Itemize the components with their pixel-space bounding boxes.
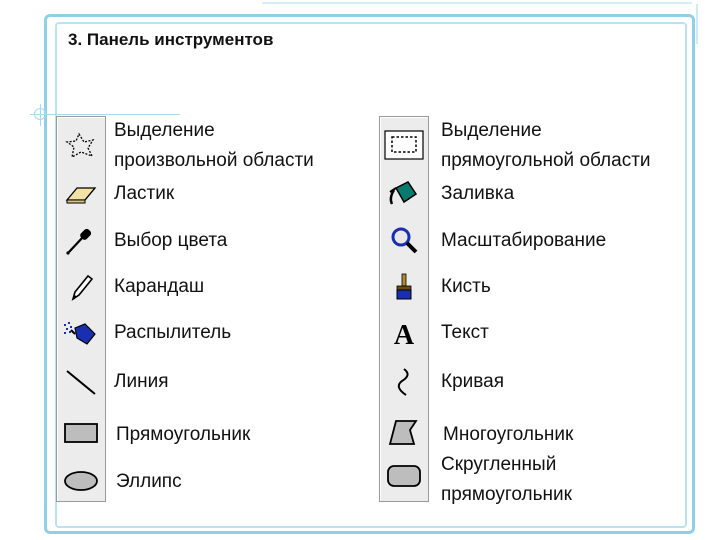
- brush-icon[interactable]: [384, 272, 424, 302]
- line-icon[interactable]: [61, 367, 101, 397]
- tool-label: Карандаш: [114, 276, 205, 297]
- tool-label: Многоугольник: [443, 424, 574, 445]
- magnifier-icon[interactable]: [384, 225, 424, 255]
- tool-label: Линия: [114, 371, 169, 392]
- tool-label: Текст: [441, 322, 489, 343]
- eyedropper-icon[interactable]: [61, 225, 101, 255]
- decorative-right-line: [696, 4, 698, 44]
- rectangle-icon[interactable]: [61, 418, 101, 448]
- tool-label: Кисть: [441, 276, 491, 297]
- svg-text:A: A: [394, 320, 415, 348]
- polygon-icon[interactable]: [384, 418, 424, 448]
- rounded-rect-icon[interactable]: [384, 461, 424, 491]
- tool-label: Эллипс: [116, 471, 182, 492]
- decorative-crosshair-circle: [34, 108, 46, 120]
- tool-label: Скругленный прямоугольник: [441, 454, 572, 505]
- tool-label: Масштабирование: [441, 230, 607, 251]
- fill-bucket-icon[interactable]: [384, 178, 424, 208]
- tool-label: Заливка: [441, 183, 515, 204]
- page-title: 3. Панель инструментов: [68, 30, 274, 49]
- text-icon[interactable]: A: [384, 318, 424, 348]
- tool-label: Распылитель: [114, 322, 232, 343]
- rect-select-icon[interactable]: [384, 130, 424, 160]
- tool-label: Выбор цвета: [114, 230, 228, 251]
- airbrush-icon[interactable]: [61, 318, 101, 348]
- decorative-crosshair-line: [30, 114, 180, 115]
- tool-label: Кривая: [441, 371, 504, 392]
- pencil-icon[interactable]: [61, 272, 101, 302]
- free-select-icon[interactable]: [61, 130, 101, 160]
- decorative-top-line: [262, 2, 692, 4]
- tool-label: Прямоугольник: [116, 424, 251, 445]
- tool-label: Выделение произвольной области: [114, 120, 314, 171]
- eraser-icon[interactable]: [61, 178, 101, 208]
- curve-icon[interactable]: [384, 367, 424, 397]
- tool-label: Ластик: [114, 183, 175, 204]
- tool-label: Выделение прямоугольной области: [441, 120, 651, 171]
- ellipse-icon[interactable]: [61, 466, 101, 496]
